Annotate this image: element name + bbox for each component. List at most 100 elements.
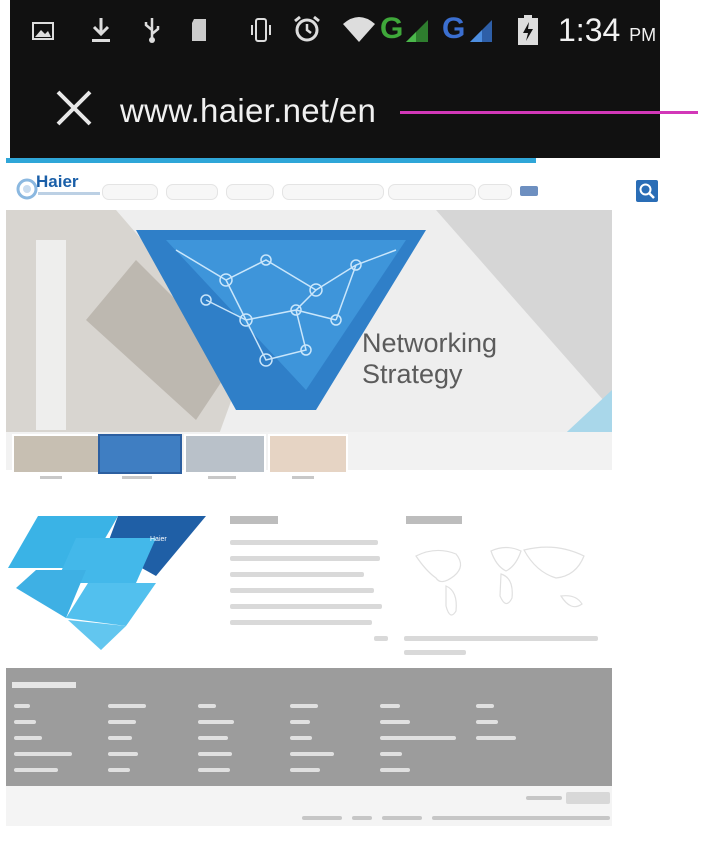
footer-link[interactable] [290, 736, 312, 740]
footer-link[interactable] [380, 768, 410, 772]
footer-link[interactable] [108, 704, 146, 708]
hero-thumbnail-1[interactable] [12, 434, 100, 474]
footer-link[interactable] [476, 720, 498, 724]
footer-link[interactable] [290, 752, 334, 756]
footer-link[interactable] [198, 720, 234, 724]
diamond-label-haier[interactable]: Haier [150, 536, 167, 543]
news-line-4[interactable] [230, 588, 374, 593]
footer-bottom-bar [6, 786, 612, 826]
site-nav: Haier [6, 166, 612, 210]
footer-link[interactable] [380, 736, 456, 740]
vibrate-icon [251, 18, 271, 42]
legal-link[interactable] [302, 816, 342, 820]
download-icon [92, 18, 110, 42]
news-line-3[interactable] [230, 572, 364, 577]
hero-title-line1: Networking [362, 328, 498, 358]
logo-text: Haier [36, 172, 79, 191]
news-line-1[interactable] [230, 540, 378, 545]
footer-link[interactable] [14, 720, 36, 724]
hero-thumbnail-4[interactable] [268, 434, 348, 474]
network-type-label: G [380, 12, 404, 45]
map-column-title [406, 516, 462, 524]
footer-link[interactable] [108, 720, 136, 724]
thumbnail-label-1 [40, 476, 62, 479]
url-text[interactable]: www.haier.net/en [120, 92, 376, 130]
logo-mark-icon [16, 178, 38, 200]
news-column-title [230, 516, 278, 524]
footer-link[interactable] [14, 768, 58, 772]
hero-title: Networking Strategy [362, 328, 497, 390]
nav-item-5[interactable] [388, 184, 476, 200]
language-dropdown[interactable] [566, 792, 610, 804]
wifi-icon [343, 17, 375, 42]
sd-card-icon [192, 19, 206, 41]
map-caption-3 [404, 650, 466, 655]
nav-item-2[interactable] [166, 184, 218, 200]
site-footer [6, 668, 612, 786]
footer-link[interactable] [198, 704, 216, 708]
status-bar: G G 1:34 PM [10, 0, 660, 62]
map-caption-2 [404, 636, 598, 641]
hero-title-line2: Strategy [362, 359, 463, 389]
news-line-2[interactable] [230, 556, 380, 561]
nav-item-4[interactable] [282, 184, 384, 200]
thumbnail-label-4 [292, 476, 314, 479]
footer-link[interactable] [14, 704, 30, 708]
haier-logo[interactable]: Haier [14, 172, 106, 206]
footer-link[interactable] [380, 704, 400, 708]
footer-link[interactable] [290, 720, 310, 724]
footer-link[interactable] [380, 752, 402, 756]
footer-link[interactable] [108, 768, 130, 772]
clock-ampm: PM [629, 25, 657, 45]
footer-link[interactable] [198, 768, 230, 772]
footer-link[interactable] [14, 736, 42, 740]
browser-address-bar: www.haier.net/en [10, 62, 660, 158]
footer-link[interactable] [198, 736, 228, 740]
legal-link[interactable] [352, 816, 372, 820]
diamond-menu: Haier [6, 508, 216, 658]
search-icon [639, 183, 655, 199]
webpage-content: Haier Networking Strategy Haier [6, 158, 612, 826]
signal-icon-2 [470, 20, 492, 42]
battery-charging-icon [518, 15, 538, 45]
copyright-text [432, 816, 610, 820]
close-icon[interactable] [54, 88, 94, 128]
map-caption [374, 636, 388, 641]
nav-item-6[interactable] [478, 184, 512, 200]
hero-thumbnail-3[interactable] [184, 434, 266, 474]
hero-thumbnail-2[interactable] [98, 434, 182, 474]
footer-link[interactable] [198, 752, 232, 756]
footer-link[interactable] [380, 720, 410, 724]
thumbnail-label-3 [208, 476, 236, 479]
usb-icon [144, 18, 160, 43]
footer-link[interactable] [290, 704, 318, 708]
diamond-menu-graphic [8, 516, 206, 650]
nav-item-3[interactable] [226, 184, 274, 200]
legal-link[interactable] [382, 816, 422, 820]
footer-link[interactable] [108, 752, 138, 756]
nav-item-1[interactable] [102, 184, 158, 200]
logo-subtext [38, 192, 100, 195]
social-icons[interactable] [520, 186, 538, 196]
footer-link[interactable] [290, 768, 320, 772]
footer-link[interactable] [14, 752, 72, 756]
thumbnail-label-2 [122, 476, 152, 479]
language-selector[interactable] [526, 796, 562, 800]
top-accent-bar [6, 158, 536, 163]
alarm-icon [294, 15, 320, 42]
news-line-6[interactable] [230, 620, 372, 625]
signal-icon [406, 20, 428, 42]
clock-time: 1:34 [558, 12, 621, 48]
clock: 1:34 PM [558, 12, 656, 49]
hero-graphic [6, 210, 612, 470]
network-type-label-2: G [442, 12, 466, 45]
image-icon [32, 22, 54, 40]
news-line-5[interactable] [230, 604, 382, 609]
hero-banner[interactable]: Networking Strategy [6, 210, 612, 470]
footer-link[interactable] [476, 704, 494, 708]
annotation-pointer-line [400, 111, 698, 114]
world-map[interactable] [406, 536, 598, 626]
site-search-button[interactable] [636, 180, 658, 202]
footer-link[interactable] [108, 736, 132, 740]
footer-link[interactable] [476, 736, 516, 740]
